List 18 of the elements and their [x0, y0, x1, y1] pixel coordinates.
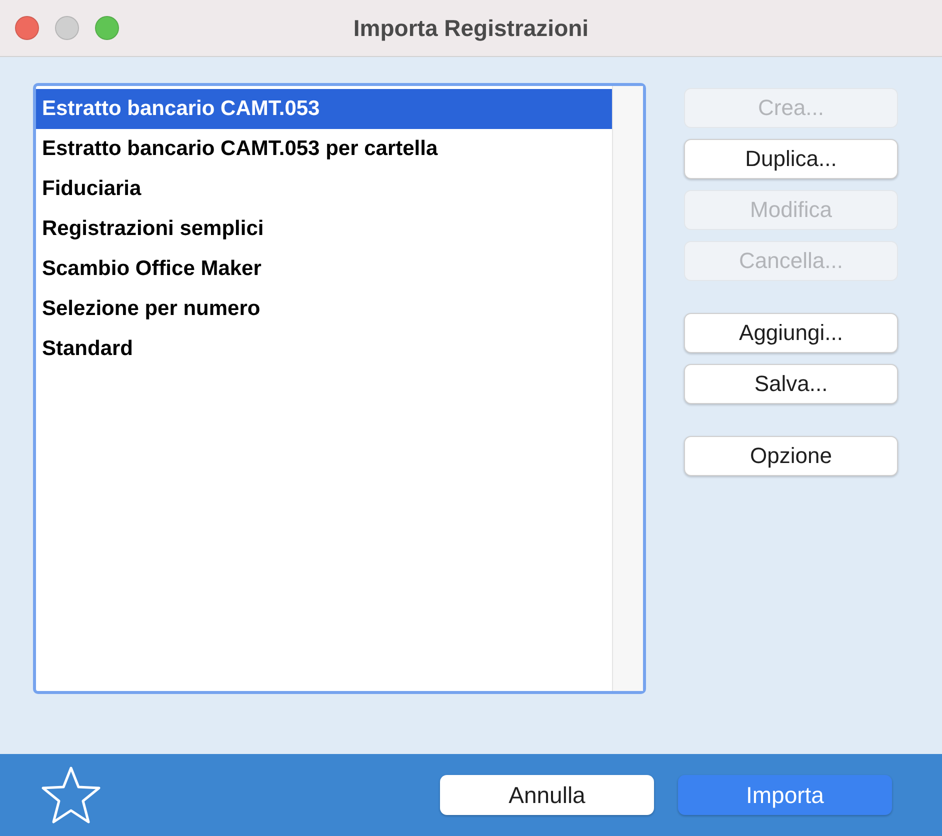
list-item[interactable]: Selezione per numero: [36, 289, 612, 329]
action-button[interactable]: Salva...: [684, 364, 898, 404]
action-button[interactable]: Duplica...: [684, 139, 898, 179]
zoom-button[interactable]: [95, 16, 119, 40]
list-item[interactable]: Registrazioni semplici: [36, 209, 612, 249]
minimize-button[interactable]: [55, 16, 79, 40]
list-item[interactable]: Standard: [36, 329, 612, 369]
close-button[interactable]: [15, 16, 39, 40]
list-item[interactable]: Estratto bancario CAMT.053 per cartella: [36, 129, 612, 169]
action-button[interactable]: Opzione: [684, 436, 898, 476]
list-item[interactable]: Scambio Office Maker: [36, 249, 612, 289]
import-button[interactable]: Importa: [678, 775, 892, 815]
cancel-button[interactable]: Annulla: [440, 775, 654, 815]
window-title: Importa Registrazioni: [353, 14, 589, 42]
list-item[interactable]: Estratto bancario CAMT.053: [36, 89, 612, 129]
star-icon[interactable]: [40, 766, 102, 824]
list-item[interactable]: Fiduciaria: [36, 169, 612, 209]
action-button[interactable]: Aggiungi...: [684, 313, 898, 353]
